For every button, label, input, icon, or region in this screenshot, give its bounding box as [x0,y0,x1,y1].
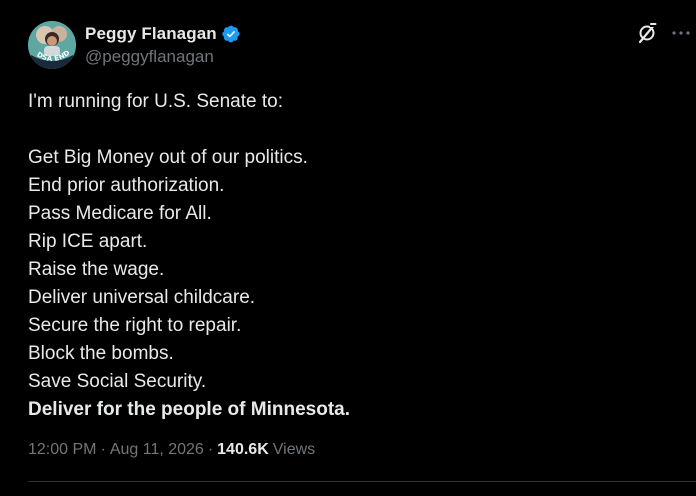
more-options-icon[interactable] [669,21,693,45]
avatar[interactable]: DSA ENDORSED [28,21,76,69]
meta-separator: · [207,441,214,458]
tweet-line: Block the bombs. [28,343,174,364]
tweet-line: Get Big Money out of our politics. [28,147,308,168]
tweet-line-bold: Deliver for the people of Minnesota. [28,399,350,420]
meta-separator: · [100,441,106,458]
tweet-line: End prior authorization. [28,175,225,196]
tweet-line: Raise the wage. [28,259,165,280]
views-label: Views [272,441,316,458]
author-name-row: Peggy Flanagan [85,23,241,45]
tweet-line: Pass Medicare for All. [28,203,212,224]
tweet-header: DSA ENDORSED Peggy Flanagan @peggyflanag… [28,21,690,69]
author-handle[interactable]: @peggyflanagan [85,47,241,67]
tweet-time[interactable]: 12:00 PM [28,441,96,459]
avatar-image: DSA ENDORSED [28,21,76,69]
tweet-meta: 12:00 PM · Aug 11, 2026 · 140.6K Views [28,441,315,459]
tweet-line: Secure the right to repair. [28,315,242,336]
tweet-line: Deliver universal childcare. [28,287,256,308]
grok-icon[interactable] [636,21,660,45]
tweet-card: DSA ENDORSED Peggy Flanagan @peggyflanag… [0,0,696,496]
author-display-name[interactable]: Peggy Flanagan [85,24,217,44]
verified-badge-icon [221,24,241,44]
tweet-line: I'm running for U.S. Senate to: [28,91,283,112]
tweet-date[interactable]: Aug 11, 2026 [110,441,204,459]
author-info: Peggy Flanagan @peggyflanagan [85,23,241,67]
views-count: 140.6K [217,441,269,458]
tweet-text: I'm running for U.S. Senate to: Get Big … [28,88,668,424]
tweet-line: Save Social Security. [28,371,207,392]
divider [28,481,696,482]
tweet-line: Rip ICE apart. [28,231,148,252]
